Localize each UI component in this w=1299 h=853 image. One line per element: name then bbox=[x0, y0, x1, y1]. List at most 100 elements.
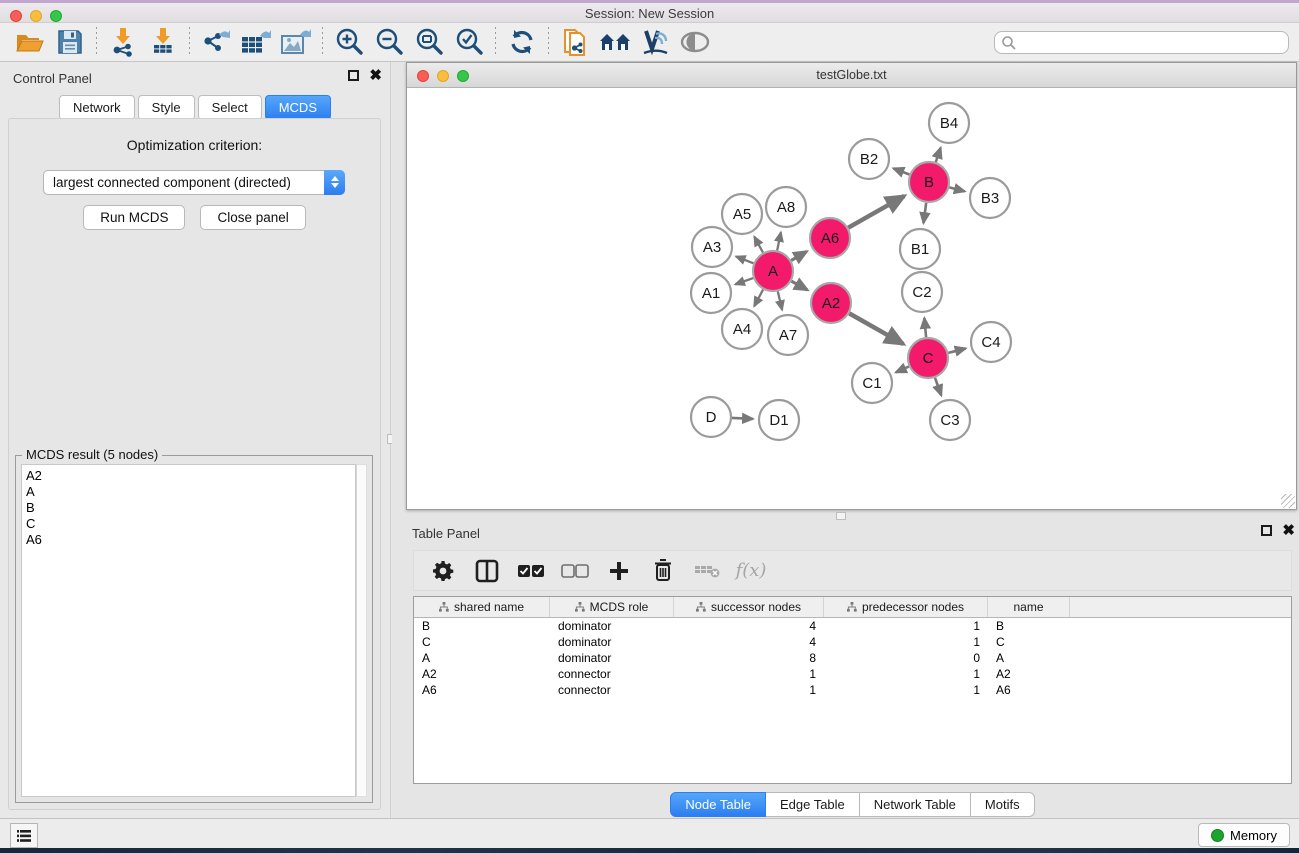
cell-name[interactable]: A bbox=[988, 651, 1070, 665]
eye-icon[interactable] bbox=[675, 25, 715, 59]
edge-A-A4[interactable] bbox=[754, 290, 763, 307]
zoom-selected-icon[interactable] bbox=[449, 25, 489, 59]
optimization-dropdown[interactable]: largest connected component (directed) bbox=[43, 170, 345, 195]
edge-A-A5[interactable] bbox=[754, 237, 763, 253]
node-A5[interactable]: A5 bbox=[722, 194, 762, 234]
refresh-icon[interactable] bbox=[502, 25, 542, 59]
cell-name[interactable]: B bbox=[988, 619, 1070, 633]
cell-MCDS-role[interactable]: connector bbox=[550, 667, 674, 681]
edge-A-A3[interactable] bbox=[736, 256, 753, 263]
cell-shared-name[interactable]: C bbox=[414, 635, 550, 649]
export-table-icon[interactable] bbox=[236, 25, 276, 59]
zoom-fit-icon[interactable] bbox=[409, 25, 449, 59]
edge-A-A7[interactable] bbox=[778, 291, 782, 309]
search-input[interactable] bbox=[994, 31, 1289, 54]
node-C1[interactable]: C1 bbox=[852, 363, 892, 403]
node-B4[interactable]: B4 bbox=[929, 103, 969, 143]
edge-C-C1[interactable] bbox=[896, 367, 909, 373]
result-item[interactable]: A bbox=[26, 484, 355, 500]
edge-A-A1[interactable] bbox=[735, 278, 753, 284]
close-panel-icon[interactable]: ✖ bbox=[369, 70, 382, 81]
float-table-panel-icon[interactable] bbox=[1261, 525, 1272, 536]
cell-shared-name[interactable]: A6 bbox=[414, 683, 550, 697]
tab-motifs[interactable]: Motifs bbox=[971, 792, 1035, 817]
node-B2[interactable]: B2 bbox=[849, 139, 889, 179]
cell-successor-nodes[interactable]: 4 bbox=[674, 619, 824, 633]
node-table[interactable]: shared nameMCDS rolesuccessor nodesprede… bbox=[413, 596, 1292, 784]
cell-MCDS-role[interactable]: connector bbox=[550, 683, 674, 697]
zoom-in-icon[interactable] bbox=[329, 25, 369, 59]
result-item[interactable]: A6 bbox=[26, 532, 355, 548]
tab-select[interactable]: Select bbox=[198, 95, 262, 120]
edge-A2-C[interactable] bbox=[849, 313, 903, 344]
edge-B-B1[interactable] bbox=[923, 203, 926, 223]
cell-predecessor-nodes[interactable]: 1 bbox=[824, 683, 988, 697]
trash-icon[interactable] bbox=[648, 556, 678, 586]
save-session-icon[interactable] bbox=[50, 25, 90, 59]
edge-B-B4[interactable] bbox=[936, 148, 941, 162]
result-item[interactable]: A2 bbox=[26, 468, 355, 484]
close-table-panel-icon[interactable]: ✖ bbox=[1282, 525, 1295, 536]
node-B3[interactable]: B3 bbox=[970, 178, 1010, 218]
node-A3[interactable]: A3 bbox=[692, 227, 732, 267]
import-network-icon[interactable] bbox=[103, 25, 143, 59]
node-A7[interactable]: A7 bbox=[768, 315, 808, 355]
cell-shared-name[interactable]: A bbox=[414, 651, 550, 665]
node-C[interactable]: C bbox=[908, 338, 948, 378]
cell-predecessor-nodes[interactable]: 0 bbox=[824, 651, 988, 665]
home-pair-icon[interactable] bbox=[595, 25, 635, 59]
tab-style[interactable]: Style bbox=[138, 95, 195, 120]
edge-C-C2[interactable] bbox=[924, 318, 926, 337]
node-A1[interactable]: A1 bbox=[691, 273, 731, 313]
table-row[interactable]: A6connector11A6 bbox=[414, 682, 1291, 698]
cell-name[interactable]: A2 bbox=[988, 667, 1070, 681]
delete-table-icon[interactable] bbox=[692, 556, 722, 586]
cell-MCDS-role[interactable]: dominator bbox=[550, 619, 674, 633]
node-C4[interactable]: C4 bbox=[971, 322, 1011, 362]
mcds-result-list[interactable]: A2ABCA6 bbox=[21, 464, 356, 797]
cell-shared-name[interactable]: A2 bbox=[414, 667, 550, 681]
node-A[interactable]: A bbox=[753, 251, 793, 291]
node-D1[interactable]: D1 bbox=[759, 400, 799, 440]
column-header-name[interactable]: name bbox=[988, 597, 1070, 617]
edge-B-B3[interactable] bbox=[949, 187, 964, 191]
edge-A6-B[interactable] bbox=[848, 196, 904, 228]
cell-successor-nodes[interactable]: 1 bbox=[674, 667, 824, 681]
node-C3[interactable]: C3 bbox=[930, 400, 970, 440]
column-header-MCDS-role[interactable]: MCDS role bbox=[550, 597, 674, 617]
vizmap-icon[interactable] bbox=[635, 25, 675, 59]
node-C2[interactable]: C2 bbox=[902, 272, 942, 312]
edge-C-C4[interactable] bbox=[948, 348, 965, 352]
cell-name[interactable]: C bbox=[988, 635, 1070, 649]
import-table-icon[interactable] bbox=[143, 25, 183, 59]
cell-shared-name[interactable]: B bbox=[414, 619, 550, 633]
float-panel-icon[interactable] bbox=[348, 70, 359, 81]
select-all-icon[interactable] bbox=[516, 556, 546, 586]
split-drag-handle[interactable] bbox=[836, 512, 846, 520]
zoom-out-icon[interactable] bbox=[369, 25, 409, 59]
open-file-icon[interactable] bbox=[10, 25, 50, 59]
table-row[interactable]: A2connector11A2 bbox=[414, 666, 1291, 682]
table-row[interactable]: Adominator80A bbox=[414, 650, 1291, 666]
node-D[interactable]: D bbox=[691, 397, 731, 437]
table-row[interactable]: Cdominator41C bbox=[414, 634, 1291, 650]
tab-network[interactable]: Network bbox=[59, 95, 135, 120]
cell-successor-nodes[interactable]: 4 bbox=[674, 635, 824, 649]
result-item[interactable]: C bbox=[26, 516, 355, 532]
node-A2[interactable]: A2 bbox=[811, 283, 851, 323]
cell-predecessor-nodes[interactable]: 1 bbox=[824, 667, 988, 681]
add-column-icon[interactable] bbox=[604, 556, 634, 586]
network-canvas[interactable]: AA1A2A3A4A5A6A7A8BB1B2B3B4CC1C2C3C4DD1 bbox=[407, 89, 1296, 510]
node-B[interactable]: B bbox=[909, 162, 949, 202]
cell-predecessor-nodes[interactable]: 1 bbox=[824, 619, 988, 633]
tab-edge-table[interactable]: Edge Table bbox=[766, 792, 860, 817]
show-panel-button[interactable] bbox=[10, 823, 38, 848]
gear-icon[interactable] bbox=[428, 556, 458, 586]
result-scrollbar[interactable] bbox=[356, 464, 367, 797]
deselect-all-icon[interactable] bbox=[560, 556, 590, 586]
tab-node-table[interactable]: Node Table bbox=[670, 792, 766, 817]
run-mcds-button[interactable]: Run MCDS bbox=[83, 205, 185, 230]
node-A4[interactable]: A4 bbox=[722, 309, 762, 349]
cell-successor-nodes[interactable]: 1 bbox=[674, 683, 824, 697]
export-image-icon[interactable] bbox=[276, 25, 316, 59]
